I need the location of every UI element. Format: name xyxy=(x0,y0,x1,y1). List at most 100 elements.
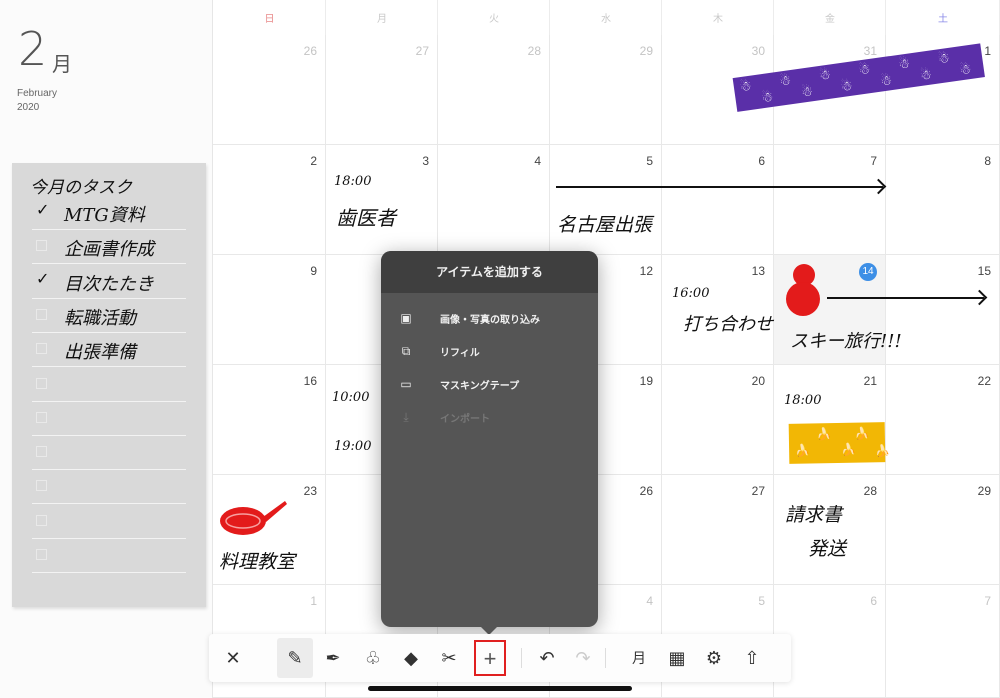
day-cell[interactable]: 5 xyxy=(550,145,662,255)
checkmark-icon[interactable]: ✓ xyxy=(36,200,49,219)
home-indicator[interactable] xyxy=(368,686,632,691)
bottom-toolbar: ✕ ✎ ✒ ♧ ◆ ✂ + ↶ ↷ 月 ▦ ⚙ ⇧ xyxy=(209,634,791,682)
task-text: 出張準備 xyxy=(64,342,136,364)
jellyfish-icon: ☃ xyxy=(839,77,854,95)
add-item-button[interactable]: + xyxy=(474,640,506,676)
date-number: 6 xyxy=(870,594,877,608)
day-cell[interactable]: 2 xyxy=(213,145,326,255)
day-cell[interactable]: 20 xyxy=(662,365,774,475)
view-mode-button[interactable]: 月 xyxy=(621,638,657,678)
date-number: 29 xyxy=(639,44,653,58)
day-cell[interactable]: 4 xyxy=(438,145,550,255)
banana-icon: 🍌 xyxy=(795,443,811,458)
day-cell[interactable]: 7 xyxy=(774,145,886,255)
gear-icon: ⚙ xyxy=(705,648,723,668)
checkbox[interactable] xyxy=(36,343,47,355)
popover-item[interactable]: ▭ マスキングテープ xyxy=(381,370,598,400)
month-number: 2 xyxy=(18,22,47,76)
checkbox[interactable] xyxy=(36,480,47,492)
task-item[interactable]: 出張準備 xyxy=(32,333,186,368)
day-cell[interactable]: 9 xyxy=(213,255,326,365)
day-cell[interactable]: 6 xyxy=(662,145,774,255)
scissors-tool-button[interactable]: ✂ xyxy=(431,638,467,678)
task-item[interactable]: ✓ MTG資料 xyxy=(32,196,186,230)
date-number: 28 xyxy=(863,484,877,498)
day-cell[interactable]: 28 xyxy=(774,475,886,585)
day-cell[interactable]: 29 xyxy=(886,475,1000,585)
note-feb17-time2: 19:00 xyxy=(334,439,372,454)
date-number: 27 xyxy=(415,44,429,58)
popover-item-label: インポート xyxy=(440,414,490,425)
day-cell[interactable]: 27 xyxy=(326,35,438,145)
popover-item[interactable]: ⧉ リフィル xyxy=(381,337,598,367)
checkbox[interactable] xyxy=(36,549,47,560)
jellyfish-icon: ☃ xyxy=(879,72,894,89)
import-icon: ⤓ xyxy=(403,410,409,424)
checkmark-icon[interactable]: ✓ xyxy=(36,269,49,288)
task-item[interactable]: 企画書作成 xyxy=(32,230,186,265)
checkbox[interactable] xyxy=(36,446,47,458)
undo-button[interactable]: ↶ xyxy=(529,638,565,678)
year: 2020 xyxy=(17,102,40,113)
day-cell[interactable]: 22 xyxy=(886,365,1000,475)
day-cell[interactable]: 15 xyxy=(886,255,1000,365)
snowman-sticker[interactable] xyxy=(786,282,820,316)
frying-pan-sticker[interactable] xyxy=(219,497,287,539)
weekday-label: 金 xyxy=(825,14,835,25)
day-cell[interactable]: 16 xyxy=(213,365,326,475)
day-cell[interactable]: 8 xyxy=(886,145,1000,255)
note-feb13-text: 打ち合わせ xyxy=(683,314,773,335)
day-cell[interactable]: 27 xyxy=(662,475,774,585)
note-feb5-text: 名古屋出張 xyxy=(557,214,653,236)
eraser-tool-button[interactable]: ◆ xyxy=(393,638,429,678)
banana-masking-tape[interactable]: 🍌 🍌 🍌 🍌 🍌 xyxy=(788,422,890,464)
pencil-tool-button[interactable]: ✎ xyxy=(277,638,313,678)
day-cell[interactable]: 7 xyxy=(886,585,1000,698)
task-note[interactable]: 今月のタスク ✓ MTG資料 企画書作成 ✓ 目次たたき 転職活動出張準備 xyxy=(12,163,206,607)
redo-button[interactable]: ↷ xyxy=(565,638,601,678)
stamp-tool-button[interactable]: ♧ xyxy=(355,638,391,678)
task-item[interactable] xyxy=(32,368,186,402)
day-cell[interactable]: 28 xyxy=(438,35,550,145)
pen-tool-button[interactable]: ✒ xyxy=(315,638,351,678)
stamp-icon: ♧ xyxy=(364,648,382,668)
note-feb3-text: 歯医者 xyxy=(336,206,396,230)
pan-body xyxy=(220,507,266,535)
task-item[interactable] xyxy=(32,436,186,471)
date-number: 13 xyxy=(751,264,765,278)
day-cell[interactable]: 29 xyxy=(550,35,662,145)
date-number: 2 xyxy=(310,154,317,168)
jellyfish-icon: ☃ xyxy=(919,66,933,83)
popover-item[interactable]: ▣ 画像・写真の取り込み xyxy=(381,304,598,334)
jellyfish-icon: ☃ xyxy=(936,49,951,67)
weekday-label: 木 xyxy=(713,14,723,25)
date-number: 16 xyxy=(303,374,317,388)
note-feb28-line2: 発送 xyxy=(808,538,847,560)
day-cell[interactable]: 3 xyxy=(326,145,438,255)
settings-button[interactable]: ⚙ xyxy=(696,638,732,678)
task-item[interactable]: ✓ 目次たたき xyxy=(32,265,186,299)
pen-icon: ✒ xyxy=(325,648,341,668)
task-item[interactable] xyxy=(32,539,186,573)
calendar-button[interactable]: ▦ xyxy=(659,638,695,678)
task-item[interactable]: 転職活動 xyxy=(32,299,186,333)
calendar-icon: ▦ xyxy=(668,648,686,668)
day-cell[interactable]: 26 xyxy=(213,35,326,145)
pan-handle xyxy=(263,501,287,522)
checkbox[interactable] xyxy=(36,308,47,320)
task-item[interactable] xyxy=(32,470,186,505)
share-button[interactable]: ⇧ xyxy=(734,638,770,678)
note-feb3-time: 18:00 xyxy=(334,174,372,189)
task-item[interactable] xyxy=(32,402,186,436)
date-number: 8 xyxy=(984,154,991,168)
close-button[interactable]: ✕ xyxy=(215,638,251,678)
pencil-icon: ✎ xyxy=(287,648,303,668)
checkbox[interactable] xyxy=(36,240,47,252)
task-item[interactable] xyxy=(32,505,186,539)
checkbox[interactable] xyxy=(36,377,47,389)
checkbox[interactable] xyxy=(36,514,47,526)
checkbox[interactable] xyxy=(36,411,47,423)
refill-icon: ⧉ xyxy=(401,344,411,358)
date-number: 4 xyxy=(534,154,541,168)
task-title: 今月のタスク xyxy=(30,178,132,198)
